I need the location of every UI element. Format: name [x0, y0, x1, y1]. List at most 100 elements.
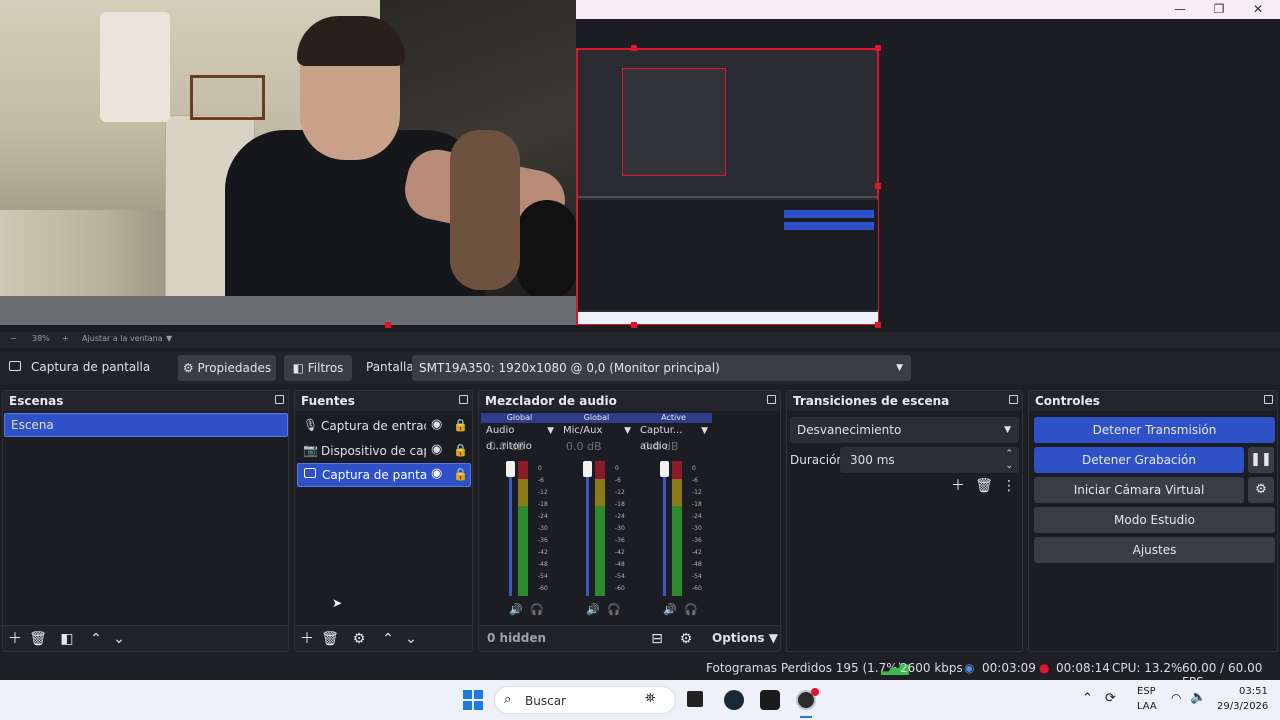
fader[interactable]: [583, 461, 593, 596]
more-icon[interactable]: ⋮: [1000, 477, 1018, 495]
language-secondary[interactable]: LAA: [1137, 701, 1157, 712]
add-icon[interactable]: ＋: [949, 477, 967, 495]
mixer-channel: Global Mic/Aux ▼ 0.0 dB 0 -6 -12 -18 -24 -30 -36 -4…: [558, 413, 635, 623]
trash-icon[interactable]: 🗑: [29, 630, 47, 648]
speaker-icon[interactable]: 🔊: [586, 603, 600, 616]
taskbar-search[interactable]: ⌕ Buscar ⛯: [494, 686, 676, 714]
chevron-up-icon[interactable]: ⌃: [87, 630, 105, 648]
source-item[interactable]: 📷 Dispositivo de captura de vídeo ◉ 🔒: [297, 440, 472, 462]
undock-icon[interactable]: [1264, 395, 1273, 404]
screen-select[interactable]: SMT19A350: 1920x1080 @ 0,0 (Monitor prin…: [412, 355, 911, 381]
sync-icon[interactable]: ⟳: [1105, 691, 1116, 706]
volume-icon[interactable]: 🔈: [1190, 690, 1206, 705]
scenes-dock: Escenas Escena ＋ 🗑 ◧ ⌃ ⌄: [2, 390, 289, 652]
undock-icon[interactable]: [275, 395, 284, 404]
stop-recording-button[interactable]: Detener Grabación: [1034, 447, 1244, 473]
transition-select[interactable]: Desvanecimiento ▼: [790, 417, 1019, 443]
eye-icon[interactable]: ◉: [431, 417, 442, 432]
gear-icon[interactable]: ⚙: [350, 630, 368, 648]
language-primary[interactable]: ESP: [1137, 686, 1156, 697]
hidden-count[interactable]: 0 hidden: [487, 631, 546, 645]
scenes-title: Escenas: [9, 394, 64, 408]
scale-tick: -6: [615, 477, 621, 484]
fader[interactable]: [660, 461, 670, 596]
mouse-cursor-icon: ➤: [332, 596, 343, 610]
maximize-icon[interactable]: ❐: [1200, 0, 1238, 19]
layout-icon[interactable]: ⊟: [648, 630, 666, 648]
eye-icon[interactable]: ◉: [431, 466, 442, 481]
virtual-camera-button[interactable]: Iniciar Cámara Virtual: [1034, 477, 1244, 503]
controls-title: Controles: [1035, 394, 1100, 408]
scale-tick: -30: [615, 525, 625, 532]
zoom-in-button[interactable]: +: [62, 334, 69, 343]
taskbar: ⌕ Buscar ⛯ ⌃ ⟳ ESP LAA ◠ 🔈 03:51 29/3/20…: [0, 680, 1280, 720]
preview-canvas[interactable]: — ❐ ✕: [0, 0, 1280, 332]
add-icon[interactable]: ＋: [6, 630, 24, 648]
steam-icon[interactable]: [724, 690, 744, 710]
pause-icon[interactable]: ❚❚: [1248, 447, 1274, 473]
channel-db: 0.0 dB: [566, 440, 602, 453]
undock-icon[interactable]: [1009, 395, 1018, 404]
filters-label: Filtros: [307, 361, 344, 375]
settings-button[interactable]: Ajustes: [1034, 537, 1275, 563]
eye-icon[interactable]: ◉: [431, 442, 442, 457]
channel-tag: Global: [558, 413, 635, 423]
meter-scale: 0 -6 -12 -18 -24 -30 -36 -42 -48 -54 -60: [692, 463, 702, 595]
fader[interactable]: [506, 461, 516, 596]
monitor-icon: [304, 468, 316, 478]
scale-tick: -36: [615, 537, 625, 544]
chevron-down-icon[interactable]: ▼: [166, 334, 172, 343]
sources-dock: Fuentes 🎙 Captura de entrada de audio ◉ …: [294, 390, 473, 652]
clock-time[interactable]: 03:51: [1239, 686, 1268, 697]
undock-icon[interactable]: [767, 395, 776, 404]
gear-icon[interactable]: ⚙: [1248, 477, 1274, 503]
duration-spinbox[interactable]: 300 ms ⌃ ⌄: [840, 447, 1019, 473]
mute-headphones-icon[interactable]: 🎧: [530, 603, 544, 616]
task-view-icon[interactable]: [687, 691, 703, 707]
channel-name[interactable]: Audio d...ritorio ▼: [481, 423, 558, 452]
scale-tick: -60: [615, 585, 625, 592]
lock-icon[interactable]: 🔒: [453, 418, 468, 432]
filter-icon: ◧: [292, 361, 304, 375]
channel-name[interactable]: Captur... audio ▼: [635, 423, 712, 452]
mixer-channel: Active Captur... audio ▼ 0.0 dB 0 -6 -12 -18 -24…: [635, 413, 712, 623]
chevron-up-icon[interactable]: ⌃: [379, 630, 397, 648]
stop-stream-button[interactable]: Detener Transmisión: [1034, 417, 1275, 443]
properties-button[interactable]: ⚙ Propiedades: [178, 355, 276, 381]
mute-headphones-icon[interactable]: 🎧: [684, 603, 698, 616]
windows-start-icon[interactable]: [463, 690, 483, 710]
lock-icon[interactable]: 🔒: [453, 443, 468, 457]
mute-headphones-icon[interactable]: 🎧: [607, 603, 621, 616]
scene-item[interactable]: Escena: [4, 413, 288, 437]
source-item-selected[interactable]: Captura de pantalla ◉ 🔒: [297, 463, 471, 487]
chevron-down-icon[interactable]: ⌄: [110, 630, 128, 648]
source-item[interactable]: 🎙 Captura de entrada de audio ◉ 🔒: [297, 415, 472, 437]
advanced-audio-icon[interactable]: ⚙: [677, 630, 695, 648]
channel-name[interactable]: Mic/Aux ▼: [558, 423, 635, 439]
options-button[interactable]: Options ▼: [712, 631, 778, 645]
wifi-icon[interactable]: ◠: [1171, 691, 1181, 705]
zoom-out-button[interactable]: −: [10, 334, 17, 343]
chevron-down-icon[interactable]: ⌄: [1005, 453, 1013, 479]
undock-icon[interactable]: [459, 395, 468, 404]
zoom-bar: − 38% + Ajustar a la ventana ▼: [0, 332, 1280, 348]
trash-icon[interactable]: 🗑: [975, 477, 993, 495]
app-icon[interactable]: [760, 690, 780, 710]
filter-icon[interactable]: ◧: [58, 630, 76, 648]
add-icon[interactable]: ＋: [298, 630, 316, 648]
chevron-up-icon[interactable]: ⌃: [1082, 691, 1093, 706]
close-icon[interactable]: ✕: [1239, 0, 1277, 19]
scale-tick: 0: [692, 465, 696, 472]
screen-capture-preview[interactable]: [576, 48, 879, 325]
trash-icon[interactable]: 🗑: [321, 630, 339, 648]
lock-icon[interactable]: 🔒: [453, 467, 468, 481]
speaker-icon[interactable]: 🔊: [663, 603, 677, 616]
transition-select-value: Desvanecimiento: [797, 423, 902, 437]
fit-window-select[interactable]: Ajustar a la ventana: [82, 334, 163, 343]
studio-mode-button[interactable]: Modo Estudio: [1034, 507, 1275, 533]
speaker-icon[interactable]: 🔊: [509, 603, 523, 616]
clock-date[interactable]: 29/3/2026: [1217, 701, 1268, 712]
filters-button[interactable]: ◧ Filtros: [284, 355, 352, 381]
minimize-icon[interactable]: —: [1161, 0, 1199, 19]
chevron-down-icon[interactable]: ⌄: [402, 630, 420, 648]
